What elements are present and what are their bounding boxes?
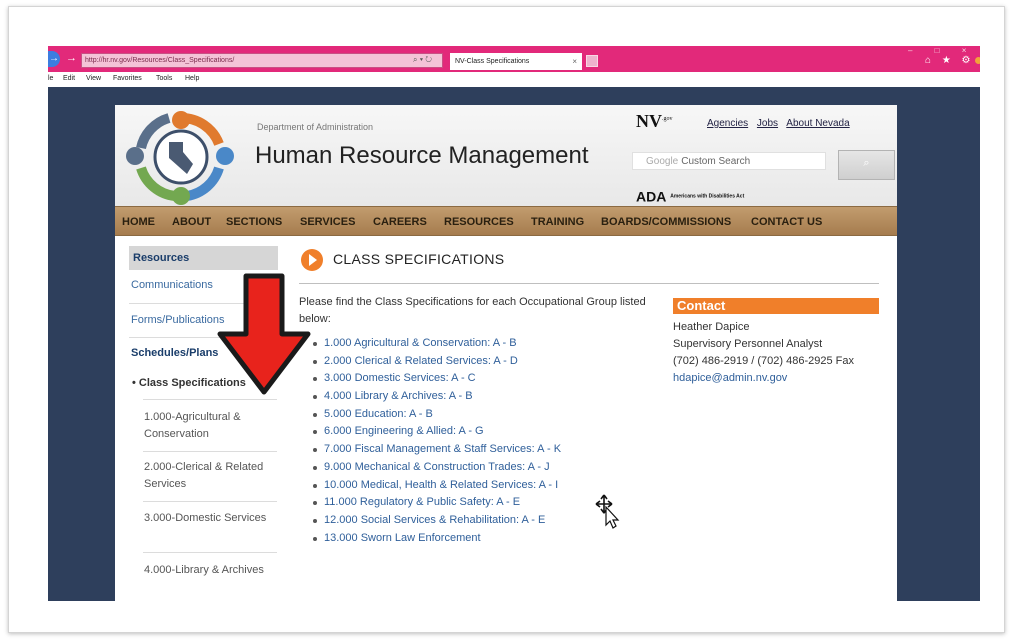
divider <box>143 501 277 502</box>
browser-window: → → http://hr.nv.gov/Resources/Class_Spe… <box>48 46 980 601</box>
class-link-mechanical[interactable]: 9.000 Mechanical & Construction Trades: … <box>313 459 561 477</box>
sidebar-item-schedules[interactable]: Schedules/Plans <box>131 347 218 359</box>
menu-file[interactable]: le <box>48 75 53 82</box>
class-link-social-services[interactable]: 12.000 Social Services & Rehabilitation:… <box>313 512 561 530</box>
ada-caption: Americans with Disabilities Act <box>670 193 745 200</box>
class-link-agricultural[interactable]: 1.000 Agricultural & Conservation: A - B <box>313 335 561 353</box>
back-button[interactable]: → <box>48 51 60 67</box>
link-agencies[interactable]: Agencies <box>707 118 748 129</box>
class-link-clerical[interactable]: 2.000 Clerical & Related Services: A - D <box>313 353 561 371</box>
search-placeholder: Custom Search <box>681 156 751 167</box>
contact-name: Heather Dapice <box>673 321 750 333</box>
link-jobs[interactable]: Jobs <box>757 118 778 129</box>
play-circle-icon <box>301 249 323 271</box>
nav-services[interactable]: SERVICES <box>300 216 355 228</box>
google-brand: Google <box>646 156 679 167</box>
department-name: Department of Administration <box>257 122 374 132</box>
menu-bar: le Edit View Favorites Tools Help <box>48 72 980 87</box>
contact-role: Supervisory Personnel Analyst <box>673 338 823 350</box>
menu-edit[interactable]: Edit <box>63 75 75 82</box>
class-link-sworn-law[interactable]: 13.000 Sworn Law Enforcement <box>313 530 561 548</box>
class-link-education[interactable]: 5.000 Education: A - B <box>313 406 561 424</box>
divider <box>143 399 277 400</box>
search-icon: ⌕ <box>863 157 870 169</box>
sidebar-subitem-clerical[interactable]: 2.000-Clerical & Related Services <box>144 459 277 493</box>
arrow-down-icon <box>217 273 311 395</box>
nav-boards-commissions[interactable]: BOARDS/COMMISSIONS <box>601 216 731 228</box>
browser-titlebar: → → http://hr.nv.gov/Resources/Class_Spe… <box>48 46 980 72</box>
sidebar-subitem-domestic[interactable]: 3.000-Domestic Services <box>144 510 277 527</box>
title-divider <box>299 283 879 284</box>
nav-sections[interactable]: SECTIONS <box>226 216 282 228</box>
nav-home[interactable]: HOME <box>122 216 155 228</box>
class-link-fiscal[interactable]: 7.000 Fiscal Management & Staff Services… <box>313 441 561 459</box>
top-links: Agencies Jobs About Nevada <box>707 118 856 129</box>
nav-training[interactable]: TRAINING <box>531 216 584 228</box>
contact-phones: (702) 486-2919 / (702) 486-2925 Fax <box>673 355 855 367</box>
sidebar-heading[interactable]: Resources <box>129 246 278 270</box>
nevada-logo[interactable] <box>125 108 237 206</box>
nv-gov-logo[interactable]: NV.gov <box>636 111 673 132</box>
smiley-icon[interactable] <box>975 57 980 64</box>
move-cursor-icon <box>595 494 620 529</box>
nav-resources[interactable]: RESOURCES <box>444 216 514 228</box>
contact-heading: Contact <box>673 298 879 314</box>
menu-help[interactable]: Help <box>185 75 199 82</box>
address-bar[interactable]: http://hr.nv.gov/Resources/Class_Specifi… <box>81 53 443 68</box>
ada-logo[interactable]: ADA Americans with Disabilities Act <box>636 187 744 204</box>
tab-title: NV-Class Specifications <box>455 58 530 65</box>
link-about-nevada[interactable]: About Nevada <box>786 118 849 129</box>
class-link-domestic[interactable]: 3.000 Domestic Services: A - C <box>313 370 561 388</box>
close-tab-icon[interactable]: × <box>572 53 577 70</box>
menu-tools[interactable]: Tools <box>156 75 172 82</box>
search-input[interactable]: Google Custom Search <box>632 152 826 170</box>
class-link-medical[interactable]: 10.000 Medical, Health & Related Service… <box>313 477 561 495</box>
menu-favorites[interactable]: Favorites <box>113 75 142 82</box>
class-link-library[interactable]: 4.000 Library & Archives: A - B <box>313 388 561 406</box>
intro-text: Please find the Class Specifications for… <box>299 296 646 325</box>
class-specifications-list: 1.000 Agricultural & Conservation: A - B… <box>313 335 561 547</box>
new-tab-button[interactable] <box>586 55 598 67</box>
sidebar-subitem-agricultural[interactable]: 1.000-Agricultural & Conservation <box>144 409 277 443</box>
refresh-icon[interactable]: ⌕ ▾ ↻ <box>413 53 432 66</box>
class-link-regulatory[interactable]: 11.000 Regulatory & Public Safety: A - E <box>313 494 561 512</box>
site-title[interactable]: Human Resource Management <box>255 142 589 170</box>
window-controls[interactable]: – □ × <box>908 46 976 55</box>
divider <box>143 451 277 452</box>
forward-icon[interactable]: → <box>66 52 77 64</box>
main-nav: HOME ABOUT SECTIONS SERVICES CAREERS RES… <box>115 206 897 236</box>
contact-email-link[interactable]: hdapice@admin.nv.gov <box>673 372 787 384</box>
toolbar-icons[interactable]: ⌂ ★ ⚙ <box>925 55 975 66</box>
back-icon: → <box>49 53 59 64</box>
menu-view[interactable]: View <box>86 75 101 82</box>
nav-about[interactable]: ABOUT <box>172 216 211 228</box>
nav-careers[interactable]: CAREERS <box>373 216 427 228</box>
tab-class-specifications[interactable]: NV-Class Specifications × <box>450 53 582 70</box>
site-header: Department of Administration Human Resou… <box>115 105 897 206</box>
sidebar-item-forms[interactable]: Forms/Publications <box>131 314 225 326</box>
sidebar-subitem-library[interactable]: 4.000-Library & Archives <box>144 562 277 579</box>
sidebar-item-communications[interactable]: Communications <box>131 279 213 291</box>
nav-contact-us[interactable]: CONTACT US <box>751 216 822 228</box>
page-title: CLASS SPECIFICATIONS <box>333 251 505 267</box>
divider <box>143 552 277 553</box>
class-link-engineering[interactable]: 6.000 Engineering & Allied: A - G <box>313 423 561 441</box>
search-button[interactable]: ⌕ <box>838 150 895 180</box>
